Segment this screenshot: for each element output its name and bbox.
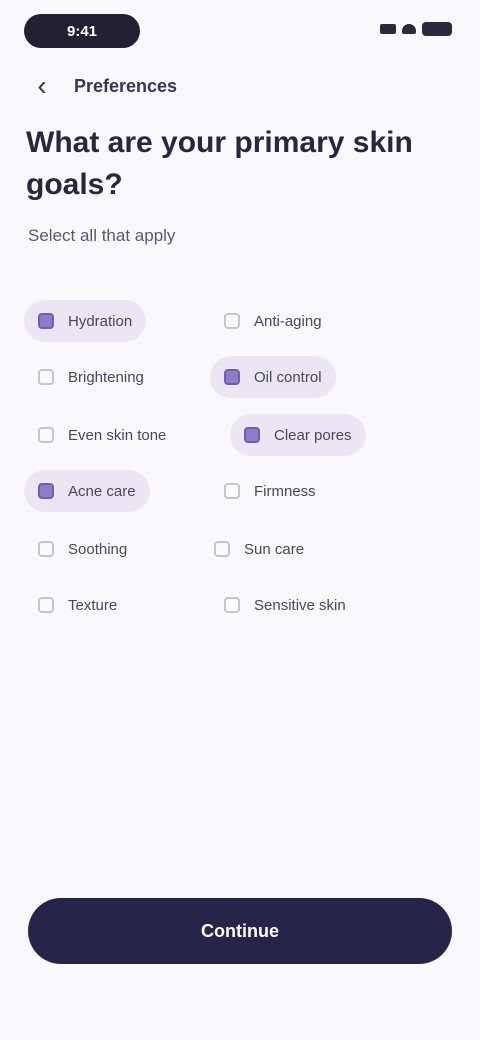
option-sensitive-skin[interactable]: Sensitive skin: [210, 584, 360, 626]
option-sun-care[interactable]: Sun care: [200, 528, 318, 570]
option-clear-pores[interactable]: Clear pores: [230, 414, 366, 456]
option-label: Hydration: [68, 312, 133, 330]
option-oil-control[interactable]: Oil control: [210, 356, 336, 398]
option-even-skin-tone[interactable]: Even skin tone: [24, 414, 180, 456]
checkbox-icon: [38, 313, 54, 329]
question-subtitle: Select all that apply: [28, 226, 176, 245]
battery-icon: [422, 22, 452, 36]
option-label: Sun care: [244, 540, 305, 558]
option-label: Oil control: [254, 368, 322, 386]
checkbox-icon: [38, 369, 54, 385]
option-label: Firmness: [254, 482, 316, 500]
wifi-icon: [402, 24, 416, 34]
checkbox-icon: [38, 483, 54, 499]
option-brightening[interactable]: Brightening: [24, 356, 158, 398]
option-label: Clear pores: [274, 426, 352, 444]
checkbox-icon: [244, 427, 260, 443]
checkbox-icon: [38, 597, 54, 613]
option-texture[interactable]: Texture: [24, 584, 131, 626]
checkbox-icon: [38, 427, 54, 443]
option-label: Texture: [68, 596, 118, 614]
back-arrow-icon[interactable]: ‹: [24, 68, 60, 104]
header-title: Preferences: [74, 75, 178, 96]
checkbox-icon: [214, 541, 230, 557]
continue-button[interactable]: Continue: [28, 898, 452, 964]
skin-goal-options: Hydration Anti-aging Brightening Oil con…: [24, 296, 456, 636]
option-label: Acne care: [68, 482, 136, 500]
option-label: Anti-aging: [254, 312, 322, 330]
checkbox-icon: [224, 597, 240, 613]
option-hydration[interactable]: Hydration: [24, 300, 147, 342]
status-bar: 9:41: [0, 0, 480, 64]
option-anti-aging[interactable]: Anti-aging: [210, 300, 336, 342]
option-soothing[interactable]: Soothing: [24, 528, 141, 570]
option-label: Soothing: [68, 540, 128, 558]
checkbox-icon: [224, 313, 240, 329]
signal-icon: [380, 24, 396, 34]
option-label: Sensitive skin: [254, 596, 346, 614]
status-time: 9:41: [24, 14, 140, 48]
checkbox-icon: [224, 369, 240, 385]
status-icons: [380, 22, 452, 36]
question-title: What are your primary skin goals?: [26, 126, 413, 201]
top-bar: ‹ Preferences: [24, 66, 177, 106]
checkbox-icon: [224, 483, 240, 499]
option-label: Even skin tone: [68, 426, 167, 444]
option-label: Brightening: [68, 368, 144, 386]
option-acne-care[interactable]: Acne care: [24, 470, 150, 512]
option-firmness[interactable]: Firmness: [210, 470, 330, 512]
checkbox-icon: [38, 541, 54, 557]
